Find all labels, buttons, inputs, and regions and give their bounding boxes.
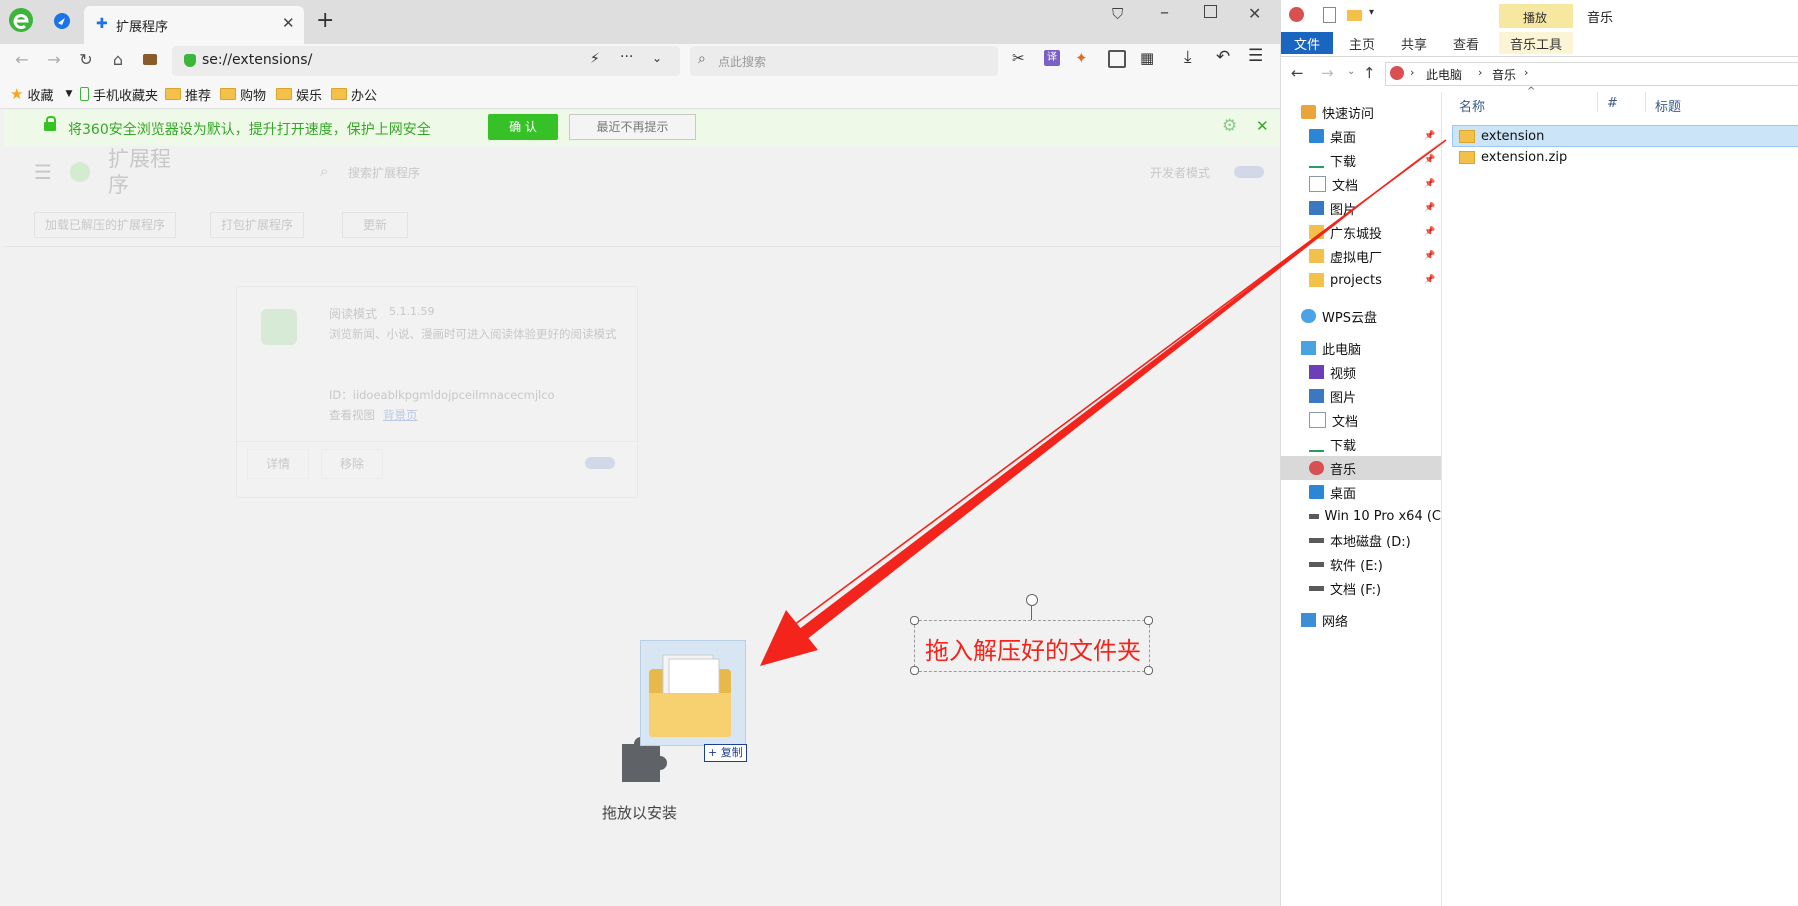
red-arrow-annotation — [760, 138, 1447, 666]
